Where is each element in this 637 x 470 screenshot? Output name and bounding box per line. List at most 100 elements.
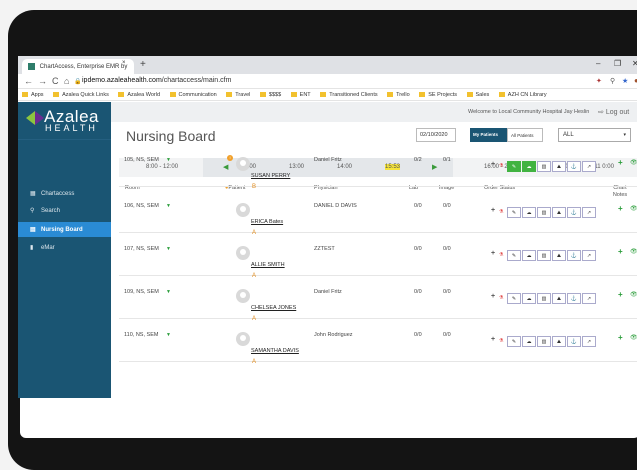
syringe-icon[interactable]: ↗ [582, 293, 596, 304]
ship-icon[interactable]: ⚓ [567, 207, 581, 218]
pencil-icon[interactable]: ✎ [507, 161, 521, 172]
ship-icon[interactable]: ⚓ [567, 161, 581, 172]
ship-icon[interactable]: ⚓ [567, 250, 581, 261]
bookmark-item[interactable]: Azalea World [118, 92, 160, 98]
sidebar-item-emar[interactable]: ▮ eMar [18, 240, 111, 255]
bookmark-item[interactable]: ENT [291, 92, 311, 98]
add-note-icon[interactable]: + [618, 204, 623, 213]
bookmark-item[interactable]: Communication [170, 92, 217, 98]
close-window-icon[interactable]: ✕ [632, 59, 637, 68]
browser-tab[interactable]: ChartAccess, Enterprise EMR by [22, 59, 134, 74]
reload-icon[interactable]: C [52, 76, 59, 86]
ship-icon[interactable]: ⚓ [567, 293, 581, 304]
image-cell[interactable]: 0/0 [443, 332, 451, 338]
cloud-icon[interactable]: ☁ [522, 161, 536, 172]
columns-icon[interactable]: ▥ [537, 207, 551, 218]
add-note-icon[interactable]: + [618, 247, 623, 256]
add-order-icon[interactable]: + [491, 336, 495, 343]
image-cell[interactable]: 0/1 [443, 157, 451, 163]
filter-select[interactable]: ALL ▾ [558, 128, 631, 142]
cloud-icon[interactable]: ☁ [522, 207, 536, 218]
triangle-down-icon[interactable]: ▼ [166, 246, 171, 252]
bookmark-item[interactable]: Trello [387, 92, 410, 98]
bookmark-item[interactable]: $$$$ [260, 92, 281, 98]
bookmark-item[interactable]: Sales [467, 92, 490, 98]
bookmark-item[interactable]: Apps [22, 92, 44, 98]
add-order-icon[interactable]: + [491, 161, 495, 168]
view-notes-icon[interactable]: 👁 [630, 205, 637, 212]
lungs-icon[interactable]: ⛰ [552, 250, 566, 261]
pencil-icon[interactable]: ✎ [507, 207, 521, 218]
zoom-icon[interactable]: ⚲ [610, 77, 615, 85]
lab-cell[interactable]: 0/0 [414, 246, 422, 252]
view-notes-icon[interactable]: 👁 [630, 291, 637, 298]
maximize-icon[interactable]: ❐ [614, 59, 621, 68]
view-notes-icon[interactable]: 👁 [630, 248, 637, 255]
bookmark-item[interactable]: Travel [226, 92, 250, 98]
bookmark-item[interactable]: SE Projects [419, 92, 457, 98]
add-order-icon[interactable]: + [491, 293, 495, 300]
pencil-icon[interactable]: ✎ [507, 250, 521, 261]
syringe-icon[interactable]: ↗ [582, 161, 596, 172]
patient-name-link[interactable]: ERICA Bates [251, 219, 283, 225]
my-patients-toggle[interactable]: My Patients [470, 128, 507, 142]
url-field[interactable]: ipdemo.azaleahealth.com/chartaccess/main… [82, 77, 231, 84]
patient-name-link[interactable]: ALLIE SMITH [251, 262, 285, 268]
pencil-icon[interactable]: ✎ [507, 293, 521, 304]
bookmark-item[interactable]: Azalea Quick Links [53, 92, 109, 98]
lungs-icon[interactable]: ⛰ [552, 336, 566, 347]
date-field[interactable]: 02/10/2020 [416, 128, 456, 142]
columns-icon[interactable]: ▥ [537, 161, 551, 172]
cloud-icon[interactable]: ☁ [522, 250, 536, 261]
ship-icon[interactable]: ⚓ [567, 336, 581, 347]
pencil-icon[interactable]: ✎ [507, 336, 521, 347]
patient-name-link[interactable]: CHELSEA JONES [251, 305, 296, 311]
add-note-icon[interactable]: + [618, 290, 623, 299]
sidebar-item-search[interactable]: ⚲ Search [18, 203, 111, 218]
view-notes-icon[interactable]: 👁 [630, 334, 637, 341]
triangle-down-icon[interactable]: ▼ [166, 203, 171, 209]
columns-icon[interactable]: ▥ [537, 336, 551, 347]
lab-cell[interactable]: 0/0 [414, 289, 422, 295]
sidebar-item-chartaccess[interactable]: ▦ Chartaccess [18, 186, 111, 201]
triangle-down-icon[interactable]: ▼ [166, 332, 171, 338]
image-cell[interactable]: 0/0 [443, 203, 451, 209]
add-note-icon[interactable]: + [618, 333, 623, 342]
triangle-down-icon[interactable]: ▼ [166, 289, 171, 295]
columns-icon[interactable]: ▥ [537, 250, 551, 261]
logout-link[interactable]: ⇨ Log out [598, 108, 629, 116]
syringe-icon[interactable]: ↗ [582, 207, 596, 218]
cloud-icon[interactable]: ☁ [522, 293, 536, 304]
lab-cell[interactable]: 0/0 [414, 332, 422, 338]
bookmark-item[interactable]: AZH CN Library [499, 92, 547, 98]
image-cell[interactable]: 0/0 [443, 289, 451, 295]
lungs-icon[interactable]: ⛰ [552, 161, 566, 172]
all-patients-toggle[interactable]: All Patients [507, 128, 543, 142]
view-notes-icon[interactable]: 👁 [630, 159, 637, 166]
lungs-icon[interactable]: ⛰ [552, 207, 566, 218]
patient-name-link[interactable]: SAMANTHA DAVIS [251, 348, 299, 354]
columns-icon[interactable]: ▥ [537, 293, 551, 304]
back-icon[interactable]: ← [24, 76, 33, 86]
new-tab-button[interactable]: + [140, 59, 146, 70]
cloud-icon[interactable]: ☁ [522, 336, 536, 347]
image-cell[interactable]: 0/0 [443, 246, 451, 252]
close-tab-icon[interactable]: × [122, 60, 126, 66]
lab-cell[interactable]: 0/2 [414, 157, 422, 163]
forward-icon[interactable]: → [38, 76, 47, 86]
home-icon[interactable]: ⌂ [64, 76, 69, 86]
add-order-icon[interactable]: + [491, 250, 495, 257]
triangle-down-icon[interactable]: ▼ [166, 157, 171, 163]
lungs-icon[interactable]: ⛰ [552, 293, 566, 304]
add-note-icon[interactable]: + [618, 158, 623, 167]
bookmark-star-icon[interactable]: ★ [622, 77, 628, 85]
bookmark-item[interactable]: Transitioned Clients [320, 92, 377, 98]
azalea-logo[interactable]: Azalea HEALTH [18, 102, 111, 140]
patient-name-link[interactable]: SUSAN PERRY [251, 173, 290, 179]
syringe-icon[interactable]: ↗ [582, 250, 596, 261]
minimize-icon[interactable]: – [596, 59, 600, 68]
add-order-icon[interactable]: + [491, 207, 495, 214]
sidebar-item-nursing-board[interactable]: ▤ Nursing Board [18, 222, 111, 237]
syringe-icon[interactable]: ↗ [582, 336, 596, 347]
lab-cell[interactable]: 0/0 [414, 203, 422, 209]
